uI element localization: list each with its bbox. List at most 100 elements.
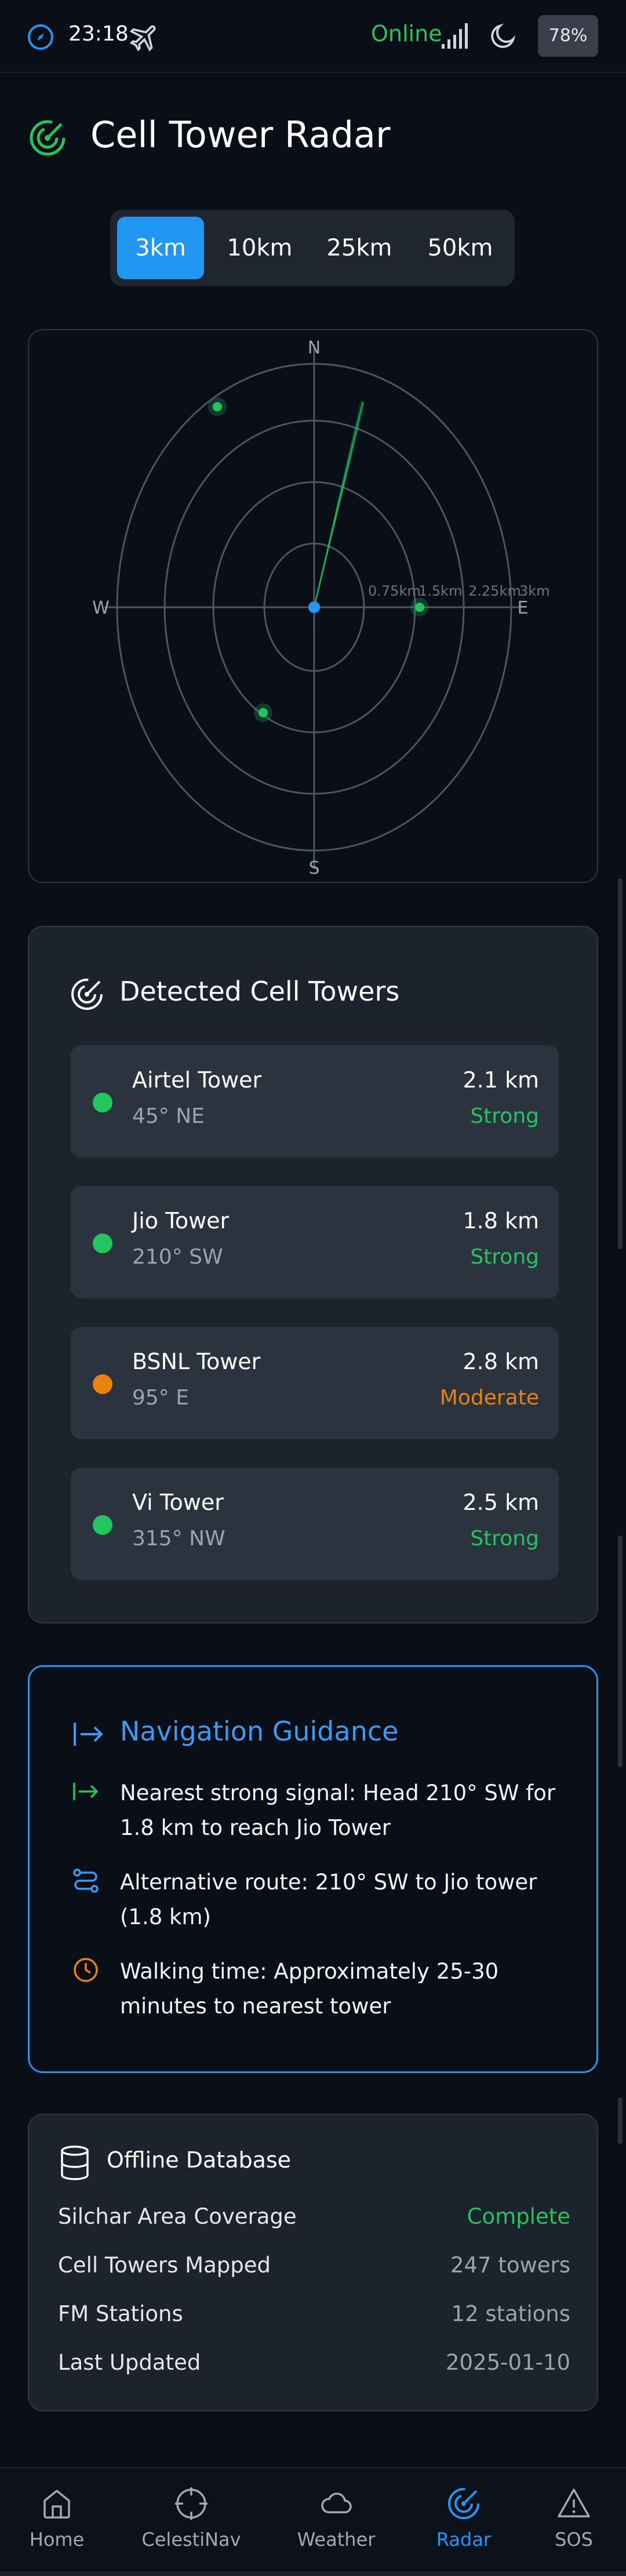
guidance-item: Alternative route: 210° SW to Jio tower … [72, 1865, 571, 1940]
scrollbar[interactable] [618, 869, 623, 2144]
arrow-right-to-line-icon [74, 1723, 103, 1746]
db-value: 247 towers [450, 2253, 570, 2278]
signal-status-dot [93, 1515, 112, 1535]
moon-icon[interactable] [488, 21, 518, 51]
radar-tower-blip[interactable] [259, 708, 268, 717]
tower-distance: 1.8 km [463, 1208, 539, 1234]
warning-icon [558, 2489, 590, 2517]
tower-name: BSNL Tower [132, 1349, 261, 1374]
offline-database-card: Offline Database Silchar Area Coverage C… [28, 2114, 598, 2411]
tower-name: Vi Tower [132, 1490, 224, 1515]
db-value: Complete [467, 2204, 570, 2229]
crosshair-icon [175, 2487, 208, 2520]
nav-sos[interactable]: SOS [522, 2486, 626, 2567]
nav-label: SOS [555, 2528, 593, 2551]
radar-sweep-line [313, 402, 364, 608]
nav-label: Weather [297, 2528, 376, 2551]
tower-name: Jio Tower [132, 1208, 230, 1234]
tower-item-airtel[interactable]: Airtel Tower 45° NE 2.1 km Strong [71, 1045, 559, 1158]
tower-strength: Strong [470, 1245, 539, 1269]
nav-label: Radar [436, 2528, 492, 2551]
route-icon [73, 1869, 99, 1893]
tower-strength: Strong [470, 1104, 539, 1128]
db-label: FM Stations [58, 2301, 183, 2326]
radar-label-w: W [92, 598, 110, 618]
radar-icon [30, 120, 65, 156]
db-value: 12 stations [451, 2301, 570, 2326]
home-icon [43, 2490, 70, 2519]
range-option-3km[interactable]: 3km [117, 217, 204, 279]
status-time: 23:18 [68, 22, 129, 46]
nav-label: Home [29, 2528, 85, 2551]
db-label: Last Updated [58, 2350, 201, 2375]
detected-towers-card: Detected Cell Towers Airtel Tower 45° NE… [28, 926, 598, 1623]
clock-icon [74, 1958, 98, 1982]
compass-icon [28, 24, 53, 50]
tower-strength: Moderate [439, 1386, 539, 1410]
radar-ring-label-1: 0.75km [368, 583, 421, 599]
range-selector: 3km 10km 25km 50km [110, 210, 515, 286]
tower-bearing: 210° SW [132, 1245, 223, 1269]
network-status: Online [371, 21, 442, 46]
navigation-guidance-card: Navigation Guidance Nearest strong signa… [28, 1665, 598, 2073]
range-option-10km[interactable]: 10km [213, 217, 306, 279]
radar-ring-label-4: 3km [519, 583, 550, 599]
guidance-item: Walking time: Approximately 25-30 minute… [72, 1954, 571, 2030]
signal-icon [442, 23, 468, 49]
radar-icon [448, 2488, 479, 2519]
tower-item-jio[interactable]: Jio Tower 210° SW 1.8 km Strong [71, 1186, 559, 1298]
tower-bearing: 95° E [132, 1386, 189, 1410]
page-title: Cell Tower Radar [90, 114, 391, 156]
home-indicator [0, 2571, 626, 2576]
guidance-text: Walking time: Approximately 25-30 minute… [120, 1959, 499, 2019]
tower-distance: 2.5 km [463, 1490, 539, 1515]
towers-heading: Detected Cell Towers [119, 976, 400, 1007]
signal-status-dot [93, 1374, 112, 1394]
navigation-heading: Navigation Guidance [120, 1716, 399, 1747]
scrollbar-segment [618, 1535, 623, 1767]
tower-distance: 2.8 km [463, 1349, 539, 1374]
guidance-text: Alternative route: 210° SW to Jio tower … [120, 1870, 537, 1929]
battery-indicator: 78% [538, 15, 598, 57]
tower-strength: Strong [470, 1527, 539, 1550]
tower-bearing: 315° NW [132, 1527, 225, 1550]
radar-label-s: S [308, 858, 319, 878]
db-row-towers: Cell Towers Mapped 247 towers [58, 2253, 570, 2287]
nav-celestinav[interactable]: CelestiNav [139, 2486, 243, 2567]
radar-tower-blip[interactable] [415, 603, 424, 612]
db-row-updated: Last Updated 2025-01-10 [58, 2350, 570, 2385]
guidance-item: Nearest strong signal: Head 210° SW for … [72, 1776, 571, 1851]
radar-icon [71, 979, 103, 1010]
radar-ring-label-2: 1.5km [418, 583, 462, 599]
tower-item-bsnl[interactable]: BSNL Tower 95° E 2.8 km Moderate [71, 1327, 559, 1439]
tower-bearing: 45° NE [132, 1104, 205, 1128]
db-row-fm: FM Stations 12 stations [58, 2301, 570, 2336]
nav-radar[interactable]: Radar [412, 2486, 516, 2567]
radar-ring-label-3: 2.25km [468, 583, 521, 599]
db-label: Cell Towers Mapped [58, 2253, 271, 2278]
cloud-icon [321, 2493, 352, 2513]
nav-weather[interactable]: Weather [284, 2486, 388, 2567]
database-icon [61, 2146, 89, 2180]
db-value: 2025-01-10 [445, 2350, 570, 2375]
radar-label-e: E [518, 598, 529, 618]
range-option-25km[interactable]: 25km [313, 217, 406, 279]
airplane-icon [129, 25, 156, 52]
db-row-coverage: Silchar Area Coverage Complete [58, 2204, 570, 2239]
arrow-right-icon [73, 1783, 99, 1800]
scrollbar-segment [618, 878, 623, 1249]
offline-db-heading: Offline Database [107, 2147, 292, 2173]
signal-status-dot [93, 1234, 112, 1253]
nav-home[interactable]: Home [5, 2486, 109, 2567]
guidance-text: Nearest strong signal: Head 210° SW for … [120, 1780, 556, 1840]
bottom-navigation: Home CelestiNav Weather Radar SOS [0, 2467, 626, 2576]
tower-name: Airtel Tower [132, 1067, 262, 1093]
radar-tower-blip[interactable] [213, 402, 222, 411]
radar-display: N S W E 0.75km 1.5km 2.25km 3km [28, 329, 598, 883]
tower-distance: 2.1 km [463, 1067, 539, 1093]
tower-item-vi[interactable]: Vi Tower 315° NW 2.5 km Strong [71, 1468, 559, 1580]
range-option-50km[interactable]: 50km [412, 217, 509, 279]
radar-label-n: N [308, 338, 321, 358]
signal-status-dot [93, 1093, 112, 1112]
nav-label: CelestiNav [141, 2528, 241, 2551]
